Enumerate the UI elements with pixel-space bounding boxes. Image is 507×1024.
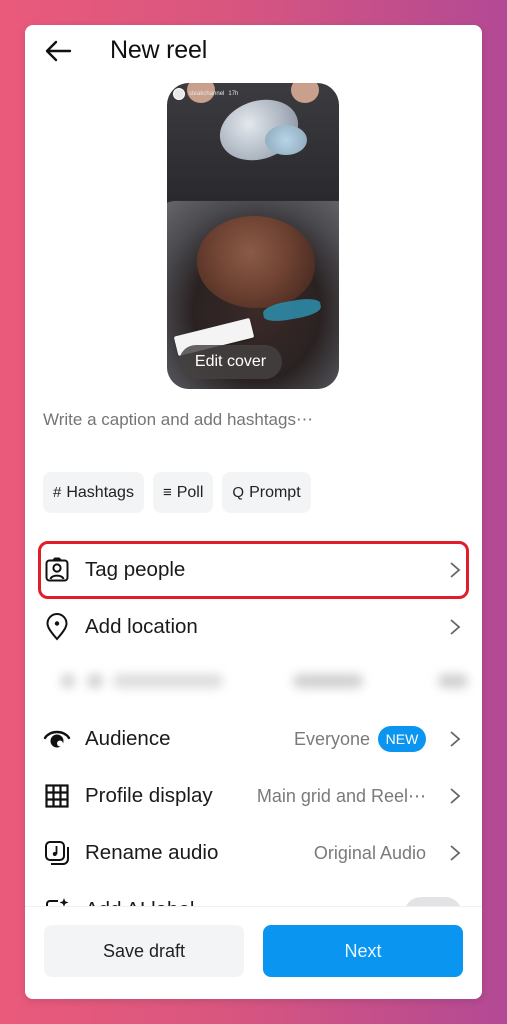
- chevron-right-icon: [450, 731, 461, 747]
- prompt-icon: Q: [232, 484, 245, 501]
- story-header: steakchannel 17h: [173, 88, 238, 100]
- cover-image-spoon-reflection: [265, 125, 307, 155]
- row-label: Add location: [85, 615, 198, 638]
- row-label: Rename audio: [85, 841, 219, 864]
- back-button[interactable]: [43, 39, 73, 63]
- story-username: steakchannel: [189, 91, 225, 97]
- hashtag-icon: #: [53, 484, 62, 501]
- chip-label: Hashtags: [66, 483, 134, 501]
- new-reel-panel: New reel steakchannel 17h Edit cover # H…: [25, 25, 482, 999]
- grid-icon: [43, 782, 71, 810]
- location-pin-icon: [43, 613, 71, 641]
- audience-row[interactable]: Audience Everyone NEW: [25, 712, 482, 766]
- blurred-suggestion: [438, 674, 468, 688]
- eye-icon: [43, 725, 71, 753]
- chip-label: Poll: [176, 483, 204, 501]
- profile-display-value: Main grid and Reel⋯: [256, 785, 426, 806]
- prompt-chip[interactable]: Q Prompt: [222, 472, 311, 513]
- hashtags-chip[interactable]: # Hashtags: [43, 472, 144, 513]
- poll-chip[interactable]: ≡ Poll: [152, 472, 214, 513]
- poll-icon: ≡: [162, 484, 172, 501]
- next-button[interactable]: Next: [263, 925, 463, 977]
- page-title: New reel: [110, 36, 208, 64]
- chevron-right-icon: [450, 562, 461, 578]
- row-label: Tag people: [85, 558, 186, 581]
- cover-image-hand: [291, 83, 319, 103]
- arrow-left-icon: [45, 40, 72, 62]
- edit-cover-button[interactable]: Edit cover: [179, 345, 282, 379]
- chip-label: Prompt: [249, 483, 301, 501]
- header: New reel: [25, 25, 482, 75]
- save-draft-button[interactable]: Save draft: [44, 925, 244, 977]
- story-time: 17h: [228, 91, 239, 97]
- row-label: Audience: [85, 727, 171, 750]
- chevron-right-icon: [450, 619, 461, 635]
- new-badge: NEW: [378, 726, 426, 752]
- row-label: Profile display: [85, 784, 213, 807]
- caption-input[interactable]: [43, 410, 463, 430]
- add-location-row[interactable]: Add location: [25, 600, 482, 654]
- audience-value: Everyone: [293, 728, 370, 749]
- footer-actions: Save draft Next: [25, 906, 482, 999]
- chevron-right-icon: [450, 788, 461, 804]
- tag-people-row[interactable]: Tag people: [25, 543, 482, 597]
- reel-cover-preview[interactable]: steakchannel 17h Edit cover: [167, 83, 339, 389]
- cover-image-steak: [197, 216, 315, 308]
- chevron-right-icon: [450, 845, 461, 861]
- blurred-suggestion: [113, 674, 223, 688]
- story-avatar: [173, 88, 185, 100]
- caption-chips: # Hashtags ≡ Poll Q Prompt: [43, 472, 311, 513]
- blurred-suggestion: [87, 674, 103, 688]
- blurred-suggestion: [61, 674, 75, 688]
- tag-person-icon: [43, 556, 71, 584]
- rename-audio-row[interactable]: Rename audio Original Audio: [25, 826, 482, 880]
- blurred-suggestion: [293, 674, 363, 688]
- location-suggestions-blurred: [43, 661, 482, 703]
- rename-audio-value: Original Audio: [313, 842, 426, 863]
- profile-display-row[interactable]: Profile display Main grid and Reel⋯: [25, 769, 482, 823]
- audio-note-icon: [43, 839, 71, 867]
